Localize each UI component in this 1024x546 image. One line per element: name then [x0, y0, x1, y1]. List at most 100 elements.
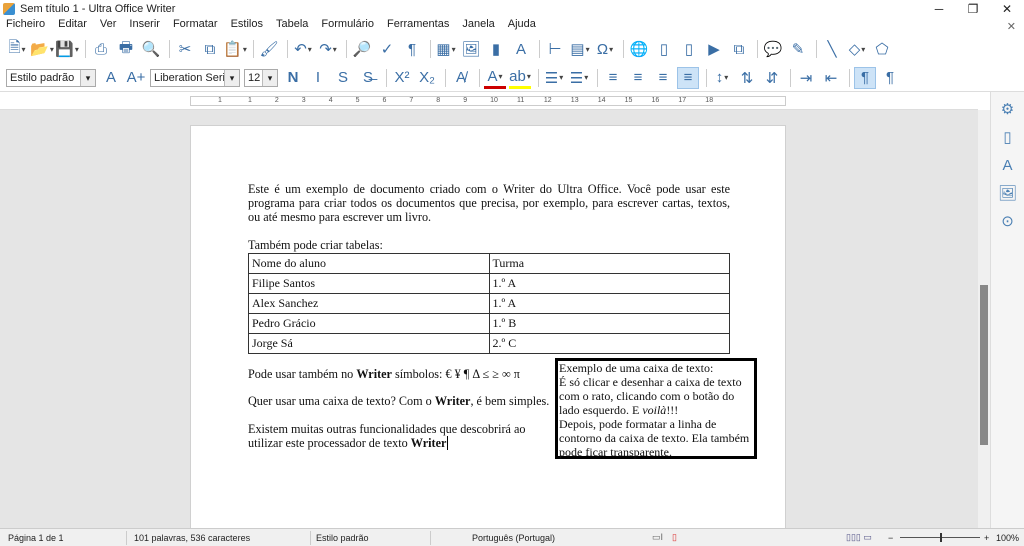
increase-indent-icon[interactable]: ⇥ [795, 67, 817, 89]
cross-reference-icon[interactable]: ⧉ [728, 38, 750, 60]
menu-6[interactable]: Tabela [276, 18, 308, 34]
insert-image-icon[interactable]: 🖼 [460, 38, 482, 60]
table-cell[interactable]: Filipe Santos [248, 273, 490, 294]
navigator-icon[interactable]: ⊙ [997, 210, 1019, 232]
maximize-button[interactable]: ❐ [956, 0, 990, 18]
view-layout-icon[interactable]: ▯▯▯ ▭ [846, 532, 872, 543]
justify-icon[interactable]: ≡ [677, 66, 699, 89]
zoom-out-button[interactable]: − [888, 533, 893, 543]
comment-icon[interactable]: 💬 [762, 38, 784, 60]
font-size-select[interactable]: 12 [244, 68, 278, 87]
table-cell[interactable]: Nome do aluno [248, 253, 490, 274]
gallery-icon[interactable]: 🖼 [997, 182, 1019, 204]
cut-icon[interactable]: ✂ [174, 38, 196, 60]
zoom-slider[interactable] [900, 533, 980, 542]
endnote-icon[interactable]: ▯ [678, 38, 700, 60]
save-icon[interactable]: 💾 [55, 38, 78, 60]
page-count[interactable]: Página 1 de 1 [8, 533, 64, 543]
vertical-scrollbar[interactable] [978, 110, 990, 528]
subscript-icon[interactable]: X₂ [416, 67, 438, 89]
paste-icon[interactable]: 📋 [223, 38, 246, 60]
menu-10[interactable]: Ajuda [508, 18, 536, 34]
document-page[interactable]: Este é um exemplo de documento criado co… [190, 125, 786, 528]
table-cell[interactable]: 1.º A [488, 273, 730, 294]
menu-5[interactable]: Estilos [231, 18, 263, 34]
menu-3[interactable]: Inserir [129, 18, 160, 34]
line-spacing-icon[interactable]: ↕ [711, 67, 733, 89]
bookmark-icon[interactable]: ▶ [703, 38, 725, 60]
properties-icon[interactable]: ⚙ [997, 98, 1019, 120]
print-preview-icon[interactable]: 🔍 [140, 38, 162, 60]
menu-1[interactable]: Editar [58, 18, 87, 34]
find-replace-icon[interactable]: 🔎 [351, 38, 373, 60]
superscript-icon[interactable]: X² [391, 67, 413, 89]
bold-icon[interactable]: N [282, 67, 304, 89]
clone-formatting-icon[interactable]: 🖌 [258, 38, 280, 60]
zoom-in-button[interactable]: + [984, 533, 989, 543]
align-center-icon[interactable]: ≡ [627, 67, 649, 89]
formatting-marks-icon[interactable]: ¶ [401, 38, 423, 60]
menu-4[interactable]: Formatar [173, 18, 218, 34]
print-icon[interactable]: 🖶 [115, 38, 137, 60]
new-style-icon[interactable]: A+ [125, 67, 147, 89]
insert-mode-icon[interactable]: ▭I [652, 532, 663, 543]
hyperlink-icon[interactable]: 🌐 [628, 38, 650, 60]
paragraph-style-select[interactable]: Estilo padrão [6, 68, 96, 87]
special-character-icon[interactable]: Ω [594, 38, 616, 60]
page-icon[interactable]: ▯ [997, 126, 1019, 148]
align-right-icon[interactable]: ≡ [652, 67, 674, 89]
decrease-paragraph-spacing-icon[interactable]: ⇵ [761, 67, 783, 89]
numbered-list-icon[interactable]: ☰ [568, 67, 590, 89]
export-pdf-icon[interactable]: ⎙ [90, 38, 112, 60]
underline-icon[interactable]: S [332, 67, 354, 89]
language[interactable]: Português (Portugal) [472, 533, 555, 543]
italic-icon[interactable]: I [307, 67, 329, 89]
menu-0[interactable]: Ficheiro [6, 18, 45, 34]
rtl-icon[interactable]: ¶ [879, 67, 901, 89]
shapes-icon[interactable]: ⬠ [871, 38, 893, 60]
font-color-icon[interactable]: A [484, 67, 506, 89]
increase-paragraph-spacing-icon[interactable]: ⇅ [736, 67, 758, 89]
menu-2[interactable]: Ver [100, 18, 117, 34]
page-style[interactable]: Estilo padrão [316, 533, 369, 543]
table-cell[interactable]: Turma [488, 253, 730, 274]
copy-icon[interactable]: ⧉ [199, 38, 221, 60]
menu-8[interactable]: Ferramentas [387, 18, 449, 34]
table-cell[interactable]: Jorge Sá [248, 333, 490, 354]
basic-shapes-icon[interactable]: ◇ [846, 38, 868, 60]
table-cell[interactable]: 1.º B [488, 313, 730, 334]
line-icon[interactable]: ╲ [821, 38, 843, 60]
close-document-icon[interactable]: ✕ [1007, 20, 1016, 33]
horizontal-ruler[interactable]: 1 1 2 3 4 5 6 7 8 9 10 11 12 13 14 15 16 17 18 [0, 93, 978, 110]
font-name-select[interactable]: Liberation Serif [150, 68, 240, 87]
close-button[interactable]: ✕ [990, 0, 1024, 18]
minimize-button[interactable]: ─ [922, 0, 956, 18]
text-box[interactable]: Exemplo de uma caixa de texto: É só clic… [555, 358, 757, 459]
students-table[interactable]: Nome do aluno Turma Filipe Santos 1.º A Alex… [248, 253, 730, 354]
redo-icon[interactable]: ↷ [317, 38, 339, 60]
track-changes-icon[interactable]: ✎ [787, 38, 809, 60]
zoom-level[interactable]: 100% [996, 533, 1019, 543]
table-cell[interactable]: Alex Sanchez [248, 293, 490, 314]
strikethrough-icon[interactable]: S̶ [357, 67, 379, 89]
undo-icon[interactable]: ↶ [292, 38, 314, 60]
clear-formatting-icon[interactable]: A̸ [450, 67, 472, 89]
styles-icon[interactable]: A [997, 154, 1019, 176]
open-folder-icon[interactable]: 📂 [30, 38, 53, 60]
insert-field-icon[interactable]: ▤ [569, 38, 591, 60]
page-break-icon[interactable]: ⊢ [544, 38, 566, 60]
table-cell[interactable]: 1.º A [488, 293, 730, 314]
footnote-icon[interactable]: ▯ [653, 38, 675, 60]
word-count[interactable]: 101 palavras, 536 caracteres [134, 533, 250, 543]
decrease-indent-icon[interactable]: ⇤ [820, 67, 842, 89]
menu-9[interactable]: Janela [462, 18, 494, 34]
table-cell[interactable]: 2.º C [488, 333, 730, 354]
highlight-icon[interactable]: ab [509, 67, 531, 89]
ltr-icon[interactable]: ¶ [854, 66, 876, 89]
bullet-list-icon[interactable]: ☰ [543, 67, 565, 89]
insert-table-icon[interactable]: ▦ [435, 38, 457, 60]
align-left-icon[interactable]: ≡ [602, 67, 624, 89]
update-style-icon[interactable]: A [100, 67, 122, 89]
table-cell[interactable]: Pedro Grácio [248, 313, 490, 334]
new-document-icon[interactable]: 🗎 [6, 38, 28, 60]
